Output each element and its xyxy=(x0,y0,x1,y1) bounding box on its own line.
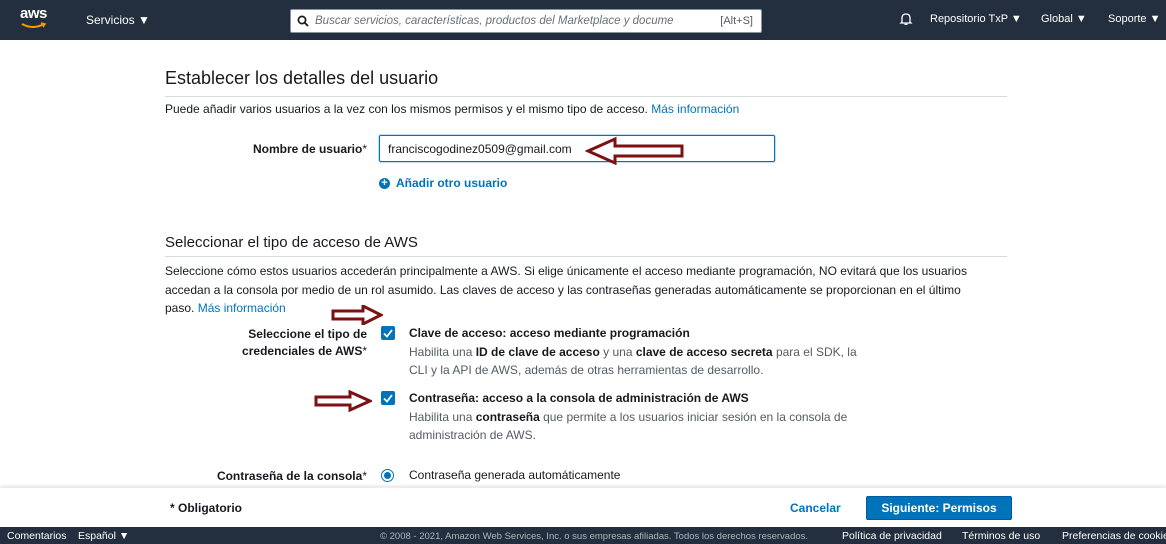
console-footer: Comentarios Español ▼ © 2008 - 2021, Ama… xyxy=(0,527,1166,544)
aws-logo-text: aws xyxy=(20,5,47,22)
wizard-action-bar: * Obligatorio Cancelar Siguiente: Permis… xyxy=(0,487,1166,521)
divider xyxy=(165,96,1007,97)
plus-circle-icon: + xyxy=(379,177,390,189)
terms-link[interactable]: Términos de uso xyxy=(962,530,1040,542)
username-field[interactable] xyxy=(379,135,775,162)
services-menu[interactable]: Servicios ▼ xyxy=(86,13,150,27)
auto-password-radio[interactable] xyxy=(381,469,394,482)
access-type-title: Seleccionar el tipo de acceso de AWS xyxy=(165,234,418,251)
bell-icon[interactable] xyxy=(899,12,913,29)
add-user-link[interactable]: + Añadir otro usuario xyxy=(379,176,507,190)
cookie-preferences-link[interactable]: Preferencias de cookies xyxy=(1062,530,1166,542)
more-info-link[interactable]: Más información xyxy=(651,102,739,116)
top-navigation-bar: aws Servicios ▼ [Alt+S] Repositorio TxP … xyxy=(0,0,1166,40)
account-menu[interactable]: Repositorio TxP ▼ xyxy=(930,13,1022,25)
annotation-arrow-left xyxy=(585,136,684,166)
search-shortcut: [Alt+S] xyxy=(720,15,753,27)
search-input[interactable] xyxy=(315,15,721,27)
console-password-option-title: Contraseña: acceso a la consola de admin… xyxy=(409,391,749,405)
console-password-label: Contraseña de la consola* xyxy=(216,469,367,483)
annotation-arrow-right xyxy=(331,305,383,325)
search-icon xyxy=(291,10,315,32)
copyright-text: © 2008 - 2021, Amazon Web Services, Inc.… xyxy=(380,531,809,542)
required-note: * Obligatorio xyxy=(170,501,242,515)
feedback-link[interactable]: Comentarios xyxy=(7,530,67,542)
next-permissions-button[interactable]: Siguiente: Permisos xyxy=(866,496,1012,520)
credential-type-label: Seleccione el tipo de credenciales de AW… xyxy=(242,327,367,358)
cancel-button[interactable]: Cancelar xyxy=(790,501,841,515)
divider xyxy=(165,256,1007,257)
language-selector[interactable]: Español ▼ xyxy=(78,530,129,542)
aws-smile-icon xyxy=(21,22,47,28)
privacy-link[interactable]: Política de privacidad xyxy=(842,530,942,542)
check-icon xyxy=(383,393,393,403)
annotation-arrow-right xyxy=(314,390,372,412)
access-key-option-desc: Habilita una ID de clave de acceso y una… xyxy=(409,345,857,377)
access-desc-line2: accedan a la consola por medio de un rol… xyxy=(165,283,961,297)
access-desc-line3: paso. Más información xyxy=(165,301,286,315)
console-password-checkbox[interactable] xyxy=(381,391,395,405)
username-label: Nombre de usuario* xyxy=(252,142,367,156)
access-key-checkbox[interactable] xyxy=(381,326,395,340)
page-title: Establecer los detalles del usuario xyxy=(165,68,439,88)
access-desc-line1: Seleccione cómo estos usuarios accederán… xyxy=(165,264,967,278)
search-bar[interactable]: [Alt+S] xyxy=(290,9,762,33)
region-menu[interactable]: Global ▼ xyxy=(1041,13,1087,25)
auto-password-label: Contraseña generada automáticamente xyxy=(409,468,621,482)
support-menu[interactable]: Soporte ▼ xyxy=(1108,13,1160,25)
details-intro: Puede añadir varios usuarios a la vez co… xyxy=(165,102,740,116)
aws-logo[interactable]: aws xyxy=(20,6,56,34)
access-key-option-title: Clave de acceso: acceso mediante program… xyxy=(409,326,690,340)
more-info-link[interactable]: Más información xyxy=(198,301,286,315)
check-icon xyxy=(383,328,393,338)
console-password-option-desc: Habilita una contraseña que permite a lo… xyxy=(409,410,848,442)
